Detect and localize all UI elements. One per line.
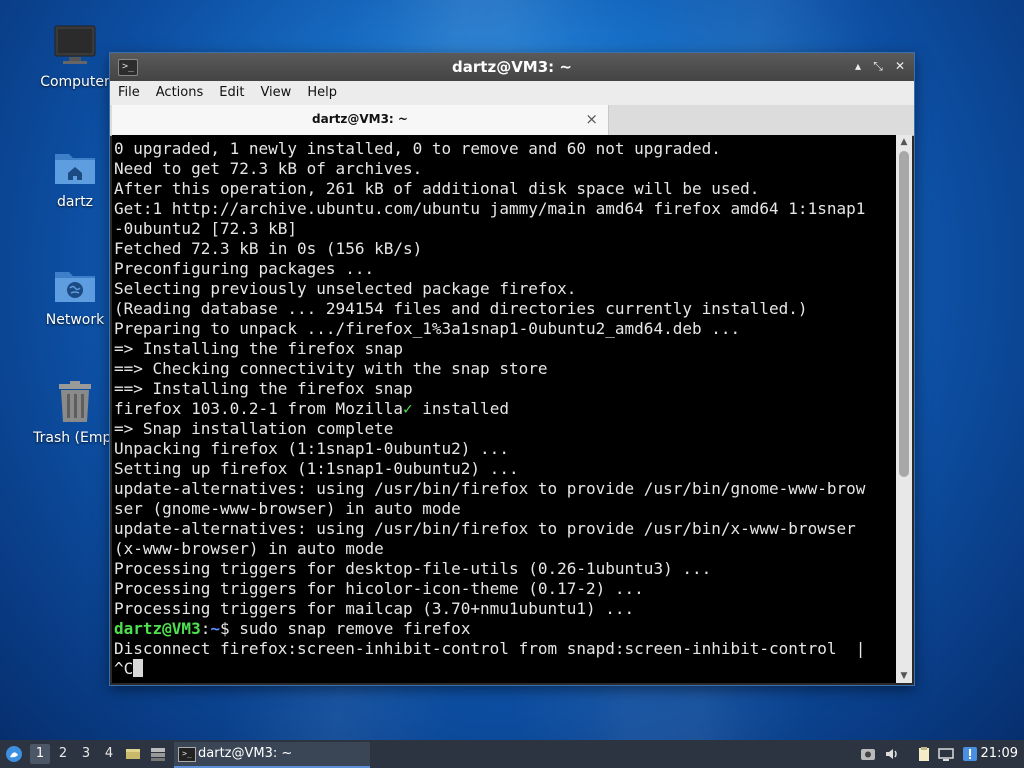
- show-desktop-icon[interactable]: [125, 746, 141, 762]
- menu-bar: File Actions Edit View Help: [110, 81, 914, 106]
- scroll-down-icon[interactable]: ▼: [896, 669, 912, 683]
- prompt-symbol: $: [219, 619, 230, 638]
- menu-file[interactable]: File: [110, 81, 148, 105]
- clock[interactable]: 21:09: [981, 746, 1018, 761]
- terminal-line: Preconfiguring packages ...: [114, 259, 375, 278]
- computer-icon: [53, 24, 97, 68]
- terminal-input-line: ^C: [114, 659, 896, 679]
- window-list-icon[interactable]: [150, 746, 166, 762]
- terminal-line: Preparing to unpack .../firefox_1%3a1sna…: [114, 319, 741, 338]
- terminal-line: After this operation, 261 kB of addition…: [114, 179, 760, 198]
- terminal-app-icon: >_: [178, 747, 196, 762]
- terminal-prompt-line: dartz@VM3:~$ sudo snap remove firefox: [114, 619, 896, 639]
- desktop-icon-computer[interactable]: Computer: [30, 24, 120, 90]
- menu-help[interactable]: Help: [299, 81, 345, 105]
- terminal-scrollbar[interactable]: ▲ ▼: [896, 135, 912, 683]
- desktop-icon-label: Trash (Empt: [33, 430, 117, 446]
- menu-edit[interactable]: Edit: [211, 81, 252, 105]
- trash-icon: [53, 380, 97, 424]
- terminal-line: Processing triggers for desktop-file-uti…: [114, 559, 712, 578]
- task-label: dartz@VM3: ~: [198, 746, 293, 761]
- terminal-line: => Installing the firefox snap: [114, 339, 403, 358]
- terminal-line: (Reading database ... 294154 files and d…: [114, 299, 808, 318]
- network-folder-icon: [53, 262, 97, 306]
- terminal-line-installed: firefox 103.0.2-1 from Mozilla✓ installe…: [114, 399, 896, 419]
- menu-actions[interactable]: Actions: [148, 81, 212, 105]
- menu-view[interactable]: View: [252, 81, 299, 105]
- terminal-line: Need to get 72.3 kB of archives.: [114, 159, 423, 178]
- terminal-line: Disconnect firefox:screen-inhibit-contro…: [114, 639, 866, 658]
- desktop-icon-trash[interactable]: Trash (Empt: [30, 380, 120, 446]
- workspace-3[interactable]: 3: [76, 744, 96, 764]
- tab-close-icon[interactable]: ×: [585, 110, 598, 128]
- close-button[interactable]: ✕: [892, 58, 908, 74]
- desktop-icon-network[interactable]: Network: [30, 262, 120, 328]
- terminal-line: update-alternatives: using /usr/bin/fire…: [114, 519, 856, 538]
- tab-terminal[interactable]: dartz@VM3: ~ ×: [112, 105, 609, 135]
- interrupt-text: ^C: [114, 659, 134, 678]
- installed-text: firefox 103.0.2-1 from Mozilla: [114, 399, 403, 418]
- scroll-up-icon[interactable]: ▲: [896, 135, 912, 149]
- screenshot-tray-icon[interactable]: [860, 746, 876, 762]
- terminal-line: Setting up firefox (1:1snap1-0ubuntu2) .…: [114, 459, 519, 478]
- terminal-line: Get:1 http://archive.ubuntu.com/ubuntu j…: [114, 199, 866, 218]
- clipboard-icon[interactable]: [916, 746, 932, 762]
- workspace-1[interactable]: 1: [30, 744, 50, 764]
- workspace-2[interactable]: 2: [53, 744, 73, 764]
- home-folder-icon: [53, 144, 97, 188]
- minimize-button[interactable]: ▴: [850, 58, 866, 74]
- scrollbar-thumb[interactable]: [899, 151, 909, 477]
- maximize-button[interactable]: ⤡: [870, 58, 886, 74]
- terminal-output[interactable]: 0 upgraded, 1 newly installed, 0 to remo…: [112, 135, 896, 683]
- terminal-cursor: [133, 659, 144, 677]
- desktop-icon-home[interactable]: dartz: [30, 144, 120, 210]
- terminal-line: -0ubuntu2 [72.3 kB]: [114, 219, 298, 238]
- app-menu-icon[interactable]: [5, 745, 23, 763]
- desktop-icon-label: dartz: [56, 194, 94, 210]
- window-title: dartz@VM3: ~: [452, 58, 572, 76]
- terminal-line: ==> Installing the firefox snap: [114, 379, 413, 398]
- terminal-line: Unpacking firefox (1:1snap1-0ubuntu2) ..…: [114, 439, 509, 458]
- terminal-line: update-alternatives: using /usr/bin/fire…: [114, 479, 866, 498]
- terminal-line: Selecting previously unselected package …: [114, 279, 577, 298]
- desktop-icon-label: Computer: [40, 74, 110, 90]
- terminal-line: ==> Checking connectivity with the snap …: [114, 359, 548, 378]
- terminal-line: Processing triggers for mailcap (3.70+nm…: [114, 599, 635, 618]
- terminal-line: (x-www-browser) in auto mode: [114, 539, 384, 558]
- terminal-line: Fetched 72.3 kB in 0s (156 kB/s): [114, 239, 423, 258]
- installed-suffix: installed: [412, 399, 509, 418]
- tab-bar: dartz@VM3: ~ ×: [110, 105, 914, 136]
- prompt-user: dartz@VM3: [114, 619, 201, 638]
- prompt-command: sudo snap remove firefox: [229, 619, 471, 638]
- prompt-path: ~: [210, 619, 220, 638]
- prompt-separator: :: [200, 619, 211, 638]
- terminal-window: >_ dartz@VM3: ~ ▴ ⤡ ✕ File Actions Edit Vie…: [110, 53, 914, 685]
- terminal-line: => Snap installation complete: [114, 419, 394, 438]
- notification-icon[interactable]: [962, 746, 978, 762]
- window-titlebar[interactable]: >_ dartz@VM3: ~ ▴ ⤡ ✕: [110, 53, 914, 81]
- terminal-line: ser (gnome-www-browser) in auto mode: [114, 499, 461, 518]
- checkmark-icon: ✓: [402, 399, 413, 418]
- desktop-icon-label: Network: [45, 312, 105, 328]
- workspace-4[interactable]: 4: [99, 744, 119, 764]
- tab-title: dartz@VM3: ~: [312, 112, 408, 126]
- network-tray-icon[interactable]: [938, 746, 954, 762]
- taskbar: 1 2 3 4 >_ dartz@VM3: ~ 21:09: [0, 740, 1024, 768]
- taskbar-task-terminal[interactable]: >_ dartz@VM3: ~: [174, 742, 370, 768]
- terminal-line: 0 upgraded, 1 newly installed, 0 to remo…: [114, 139, 721, 158]
- volume-icon[interactable]: [884, 746, 900, 762]
- terminal-line: Processing triggers for hicolor-icon-the…: [114, 579, 644, 598]
